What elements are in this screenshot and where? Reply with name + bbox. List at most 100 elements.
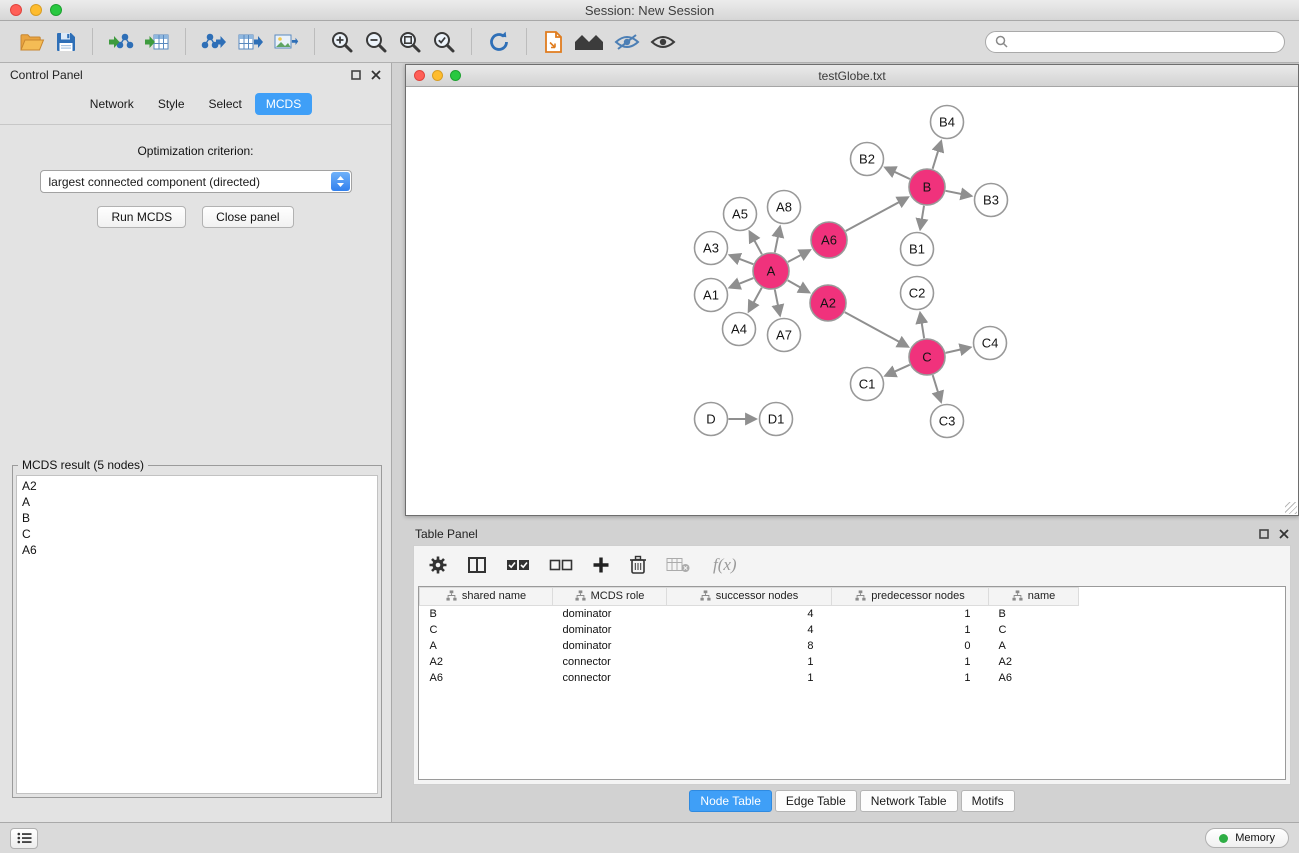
- graph-edge-A-A2[interactable]: [788, 280, 809, 292]
- mcds-result-list[interactable]: A2ABCA6: [16, 475, 378, 794]
- column-header-name[interactable]: name: [989, 588, 1079, 606]
- graph-edge-A-A4[interactable]: [749, 288, 762, 312]
- node-table-container[interactable]: shared nameMCDS rolesuccessor nodesprede…: [418, 586, 1286, 780]
- table-options-button[interactable]: [428, 555, 448, 575]
- graph-edge-C-C1[interactable]: [886, 365, 910, 376]
- home-button[interactable]: [569, 29, 609, 55]
- graph-edge-A-A5[interactable]: [750, 232, 762, 254]
- table-tab-edge-table[interactable]: Edge Table: [775, 790, 857, 812]
- table-cell[interactable]: dominator: [553, 638, 667, 654]
- close-table-panel-button[interactable]: [1279, 529, 1289, 539]
- export-document-button[interactable]: [537, 28, 569, 56]
- graph-node-A[interactable]: A: [753, 253, 789, 289]
- close-control-panel-button[interactable]: [371, 70, 381, 80]
- table-cell[interactable]: 0: [832, 638, 989, 654]
- task-history-button[interactable]: [10, 828, 38, 849]
- graph-node-B4[interactable]: B4: [931, 106, 964, 139]
- float-control-panel-button[interactable]: [351, 70, 361, 80]
- table-cell[interactable]: 1: [667, 670, 832, 686]
- open-session-button[interactable]: [14, 29, 50, 55]
- zoom-selected-button[interactable]: [427, 28, 461, 56]
- graph-node-A2[interactable]: A2: [810, 285, 846, 321]
- delete-columns-button[interactable]: [629, 555, 647, 575]
- table-cell[interactable]: C: [989, 622, 1079, 638]
- graph-node-C3[interactable]: C3: [931, 405, 964, 438]
- unselect-all-columns-button[interactable]: [549, 558, 573, 572]
- table-row[interactable]: A2connector11A2: [420, 654, 1286, 670]
- table-cell[interactable]: A2: [420, 654, 553, 670]
- table-cell[interactable]: connector: [553, 654, 667, 670]
- network-zoom-button[interactable]: [450, 70, 461, 81]
- table-cell[interactable]: 1: [832, 654, 989, 670]
- table-tab-node-table[interactable]: Node Table: [689, 790, 772, 812]
- mcds-result-item[interactable]: C: [22, 526, 372, 542]
- graph-node-A5[interactable]: A5: [724, 198, 757, 231]
- import-table-button[interactable]: [139, 29, 175, 55]
- graph-edge-B-B4[interactable]: [933, 142, 941, 169]
- zoom-fit-button[interactable]: [393, 28, 427, 56]
- graph-edge-C-C3[interactable]: [933, 375, 941, 401]
- graph-edge-A-A8[interactable]: [775, 227, 780, 252]
- graph-node-C4[interactable]: C4: [974, 327, 1007, 360]
- table-row[interactable]: Bdominator41B: [420, 606, 1286, 622]
- network-minimize-button[interactable]: [432, 70, 443, 81]
- save-session-button[interactable]: [50, 29, 82, 55]
- run-mcds-button[interactable]: Run MCDS: [97, 206, 186, 228]
- delete-table-button[interactable]: [666, 557, 690, 573]
- table-cell[interactable]: A: [989, 638, 1079, 654]
- control-tab-select[interactable]: Select: [198, 93, 253, 115]
- graph-node-A6[interactable]: A6: [811, 222, 847, 258]
- table-cell[interactable]: 1: [667, 654, 832, 670]
- graph-edge-A-A6[interactable]: [788, 250, 810, 262]
- minimize-window-button[interactable]: [30, 4, 42, 16]
- show-columns-button[interactable]: [467, 555, 487, 575]
- float-table-panel-button[interactable]: [1259, 529, 1269, 539]
- table-cell[interactable]: 8: [667, 638, 832, 654]
- table-cell[interactable]: B: [420, 606, 553, 622]
- column-header-predecessor-nodes[interactable]: predecessor nodes: [832, 588, 989, 606]
- graph-node-C1[interactable]: C1: [851, 368, 884, 401]
- zoom-window-button[interactable]: [50, 4, 62, 16]
- export-table-button[interactable]: [232, 29, 268, 55]
- hide-preview-button[interactable]: [609, 30, 645, 54]
- control-tab-style[interactable]: Style: [147, 93, 196, 115]
- graph-node-D[interactable]: D: [695, 403, 728, 436]
- graph-node-A4[interactable]: A4: [723, 313, 756, 346]
- close-mcds-panel-button[interactable]: Close panel: [202, 206, 293, 228]
- graph-edge-A-A7[interactable]: [775, 290, 780, 315]
- graph-node-A3[interactable]: A3: [695, 232, 728, 265]
- graph-edge-A-A1[interactable]: [730, 278, 753, 287]
- graph-node-B[interactable]: B: [909, 169, 945, 205]
- apply-layout-button[interactable]: [482, 28, 516, 56]
- graph-edge-A6-B[interactable]: [846, 198, 908, 232]
- graph-edge-A-A3[interactable]: [730, 255, 753, 264]
- export-image-button[interactable]: [268, 29, 304, 55]
- table-cell[interactable]: 1: [832, 606, 989, 622]
- export-network-button[interactable]: [196, 29, 232, 55]
- mcds-result-item[interactable]: A: [22, 494, 372, 510]
- network-close-button[interactable]: [414, 70, 425, 81]
- criterion-dropdown[interactable]: largest connected component (directed): [40, 170, 352, 193]
- zoom-in-button[interactable]: [325, 28, 359, 56]
- graph-node-C2[interactable]: C2: [901, 277, 934, 310]
- resize-handle[interactable]: [1285, 502, 1297, 514]
- graph-node-A7[interactable]: A7: [768, 319, 801, 352]
- close-window-button[interactable]: [10, 4, 22, 16]
- graph-edge-B-B2[interactable]: [886, 168, 910, 179]
- control-tab-network[interactable]: Network: [79, 93, 145, 115]
- show-preview-button[interactable]: [645, 30, 681, 54]
- search-input[interactable]: [1014, 35, 1275, 49]
- graph-edge-C-C4[interactable]: [946, 347, 971, 353]
- table-row[interactable]: Cdominator41C: [420, 622, 1286, 638]
- mcds-result-item[interactable]: A2: [22, 478, 372, 494]
- table-cell[interactable]: A6: [989, 670, 1079, 686]
- function-builder-button[interactable]: f(x): [709, 555, 737, 575]
- table-cell[interactable]: A6: [420, 670, 553, 686]
- import-network-button[interactable]: [103, 29, 139, 55]
- graph-node-A8[interactable]: A8: [768, 191, 801, 224]
- graph-edge-C-C2[interactable]: [920, 313, 924, 338]
- graph-edge-B-B1[interactable]: [920, 206, 924, 229]
- table-tab-motifs[interactable]: Motifs: [961, 790, 1015, 812]
- control-tab-mcds[interactable]: MCDS: [255, 93, 312, 115]
- graph-node-B3[interactable]: B3: [975, 184, 1008, 217]
